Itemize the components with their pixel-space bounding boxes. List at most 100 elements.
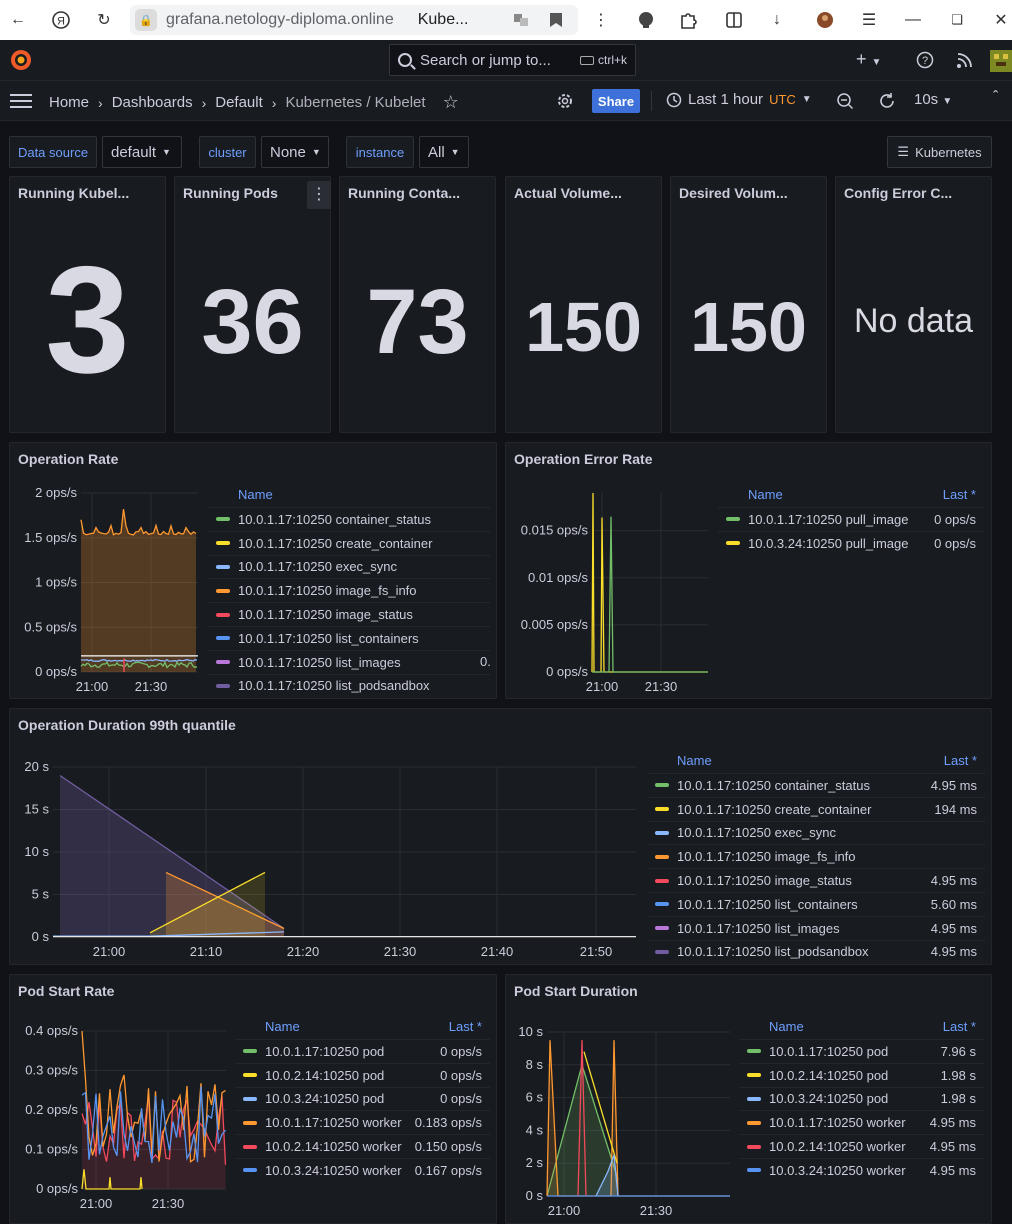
user-avatar-icon[interactable]: [990, 48, 1012, 72]
legend-sort-last[interactable]: Last *: [943, 487, 976, 502]
panel-operation-rate[interactable]: Operation Rate 2 ops/s 1.5 ops/s 1 ops/s 0.…: [9, 442, 497, 699]
variable-select-datasource[interactable]: default ▼: [102, 136, 182, 168]
reload-icon[interactable]: ↻: [93, 9, 115, 31]
add-new-icon[interactable]: + ▼: [856, 49, 881, 70]
legend-item[interactable]: 10.0.1.17:10250 container_status: [208, 507, 490, 531]
panel-operation-duration[interactable]: Operation Duration 99th quantile 20 s 15 …: [9, 708, 992, 965]
search-bar[interactable]: Search or jump to... ctrl+k: [389, 44, 636, 76]
stat-panel-running-containers[interactable]: Running Conta... 73: [339, 176, 496, 433]
legend-item[interactable]: 10.0.1.17:10250 image_status: [208, 602, 490, 626]
pod-start-duration-chart[interactable]: 10 s 8 s 6 s 4 s 2 s 0 s 21:00 21:30: [506, 1011, 734, 1223]
legend-item[interactable]: 10.0.3.24:10250 worker 0.167 ops/s: [235, 1157, 490, 1182]
legend-item[interactable]: 10.0.3.24:10250 pod 0 ops/s: [235, 1086, 490, 1111]
breadcrumb-dashboards[interactable]: Dashboards: [112, 94, 193, 111]
breadcrumb-home[interactable]: Home: [49, 94, 89, 111]
legend-item[interactable]: 10.0.1.17:10250 create_container: [208, 530, 490, 555]
close-icon[interactable]: ✕: [990, 9, 1012, 31]
legend-item[interactable]: 10.0.1.17:10250 list_containers: [208, 625, 490, 650]
refresh-icon[interactable]: [878, 92, 896, 110]
legend-sort-name[interactable]: Name: [748, 487, 783, 502]
panel-operation-error-rate[interactable]: Operation Error Rate 21:00 21:30 0.015 ops…: [505, 442, 992, 699]
grafana-logo-icon[interactable]: [9, 48, 33, 72]
stat-panel-config-error[interactable]: Config Error C... No data: [835, 176, 992, 433]
menu-toggle-icon[interactable]: [10, 93, 32, 109]
legend-item[interactable]: 10.0.1.17:10250 exec_sync: [208, 554, 490, 579]
extensions-icon[interactable]: [679, 10, 699, 30]
legend-item[interactable]: 10.0.1.17:10250 list_images 4.95 ms: [647, 915, 985, 940]
legend-item[interactable]: 10.0.3.24:10250 worker 4.95 ms: [739, 1157, 984, 1182]
legend-item[interactable]: 10.0.1.17:10250 create_container 194 ms: [647, 796, 985, 821]
legend-item[interactable]: 10.0.1.17:10250 worker 0.183 ops/s: [235, 1110, 490, 1134]
legend-item[interactable]: 10.0.1.17:10250 list_images: [208, 649, 490, 674]
browser-menu-icon[interactable]: ☰: [858, 9, 880, 31]
menu-dots-icon[interactable]: ⋮: [590, 9, 612, 31]
legend-series-name: 10.0.2.14:10250 worker: [265, 1139, 402, 1155]
legend-item[interactable]: 10.0.1.17:10250 exec_sync: [647, 820, 985, 845]
legend-item[interactable]: 10.0.1.17:10250 pull_image 0 ops/s: [718, 507, 984, 531]
legend-item[interactable]: 10.0.1.17:10250 worker 4.95 ms: [739, 1110, 984, 1134]
operation-error-rate-chart[interactable]: 21:00 21:30 0.015 ops/s 0.01 ops/s 0.005 ops…: [506, 479, 716, 697]
pod-start-rate-chart[interactable]: 0.4 ops/s 0.3 ops/s 0.2 ops/s 0.1 ops/s 0 op…: [10, 1011, 232, 1223]
star-icon[interactable]: ☆: [443, 92, 459, 113]
yandex-icon[interactable]: Я: [50, 9, 72, 31]
legend-item[interactable]: 10.0.1.17:10250 image_fs_info: [647, 844, 985, 868]
stat-panel-running-kubelets[interactable]: Running Kubel... 3: [9, 176, 166, 433]
legend-item[interactable]: 10.0.1.17:10250 list_podsandbox 4.95 ms: [647, 939, 985, 964]
legend-item[interactable]: 10.0.1.17:10250 pod 7.96 s: [739, 1039, 984, 1063]
bookmark-icon[interactable]: [549, 12, 563, 28]
lock-icon[interactable]: 🔒: [135, 9, 157, 31]
translate-icon[interactable]: [513, 12, 529, 28]
bulb-icon[interactable]: [636, 10, 656, 30]
share-button[interactable]: Share: [592, 89, 640, 113]
legend-sort-name[interactable]: Name: [265, 1019, 300, 1034]
collapse-navbar-icon[interactable]: ˆ: [993, 89, 998, 107]
time-range-picker[interactable]: Last 1 hour UTC ▼: [666, 91, 812, 108]
panel-pod-start-duration[interactable]: Pod Start Duration 10 s 8 s 6 s 4 s 2 s 0 s 21…: [505, 974, 992, 1224]
variable-select-cluster[interactable]: None ▼: [261, 136, 329, 168]
breadcrumb-default[interactable]: Default: [215, 94, 263, 111]
refresh-interval-picker[interactable]: 10s ▼: [914, 91, 952, 108]
legend-sort-last[interactable]: Last *: [943, 1019, 976, 1034]
minimize-icon[interactable]: —: [902, 9, 924, 31]
legend-item[interactable]: 10.0.1.17:10250 list_containers 5.60 ms: [647, 891, 985, 916]
legend-item[interactable]: 10.0.1.17:10250 image_fs_info: [208, 578, 490, 602]
address-bar[interactable]: 🔒 grafana.netology-diploma.online Kube..…: [130, 5, 578, 35]
divider: [651, 91, 652, 111]
legend-sort-name[interactable]: Name: [769, 1019, 804, 1034]
news-feed-icon[interactable]: [956, 51, 974, 69]
legend-item[interactable]: 10.0.1.17:10250 container_status 4.95 ms: [647, 773, 985, 797]
stat-panel-desired-volume[interactable]: Desired Volum... 150: [670, 176, 827, 433]
legend-item[interactable]: 10.0.3.24:10250 pull_image 0 ops/s: [718, 530, 984, 555]
legend-item[interactable]: 10.0.2.14:10250 pod 1.98 s: [739, 1062, 984, 1087]
y-tick-label: 0 ops/s: [35, 664, 77, 679]
legend-item[interactable]: 10.0.1.17:10250 list_podsandbox: [208, 673, 490, 698]
operation-duration-chart[interactable]: 20 s 15 s 10 s 5 s 0 s 21:00 21:10 21:20 21:30 21…: [10, 745, 642, 963]
legend-sort-last[interactable]: Last *: [944, 753, 977, 768]
legend-sort-last[interactable]: Last *: [449, 1019, 482, 1034]
stat-panel-running-pods[interactable]: Running Pods ⋮ 36: [174, 176, 331, 433]
legend-item[interactable]: 10.0.1.17:10250 image_status 4.95 ms: [647, 868, 985, 892]
legend-item[interactable]: 10.0.2.14:10250 worker 4.95 ms: [739, 1134, 984, 1158]
legend-item[interactable]: 10.0.3.24:10250 pod 1.98 s: [739, 1086, 984, 1111]
legend-item[interactable]: 10.0.2.14:10250 worker 0.150 ops/s: [235, 1134, 490, 1158]
operation-rate-legend: Name 10.0.1.17:10250 container_status 10.0…: [208, 483, 490, 697]
collections-icon[interactable]: [724, 10, 744, 30]
panel-menu-icon[interactable]: ⋮: [307, 181, 331, 209]
legend-last-value: 4.95 ms: [930, 777, 977, 793]
operation-rate-chart[interactable]: 2 ops/s1.5 ops/s1 ops/s0.5 ops/s0 ops/s2…: [10, 479, 210, 697]
settings-gear-icon[interactable]: [556, 92, 574, 110]
profile-avatar-icon[interactable]: [816, 11, 834, 29]
help-icon[interactable]: ?: [916, 51, 934, 69]
legend-item[interactable]: 10.0.2.14:10250 pod 0 ops/s: [235, 1062, 490, 1087]
stat-panel-actual-volume[interactable]: Actual Volume... 150: [505, 176, 662, 433]
dashboard-links-button[interactable]: ☰ Kubernetes: [887, 136, 992, 168]
legend-item[interactable]: 10.0.1.17:10250 pod 0 ops/s: [235, 1039, 490, 1063]
zoom-out-icon[interactable]: [836, 92, 854, 110]
back-icon[interactable]: ←: [7, 9, 29, 31]
download-icon[interactable]: ↓: [766, 9, 788, 31]
panel-pod-start-rate[interactable]: Pod Start Rate 0.4 ops/s 0.3 ops/s 0.2 ops…: [9, 974, 497, 1224]
legend-sort-name[interactable]: Name: [238, 487, 273, 502]
variable-select-instance[interactable]: All ▼: [419, 136, 469, 168]
legend-sort-name[interactable]: Name: [677, 753, 712, 768]
restore-icon[interactable]: ❏: [946, 9, 968, 31]
